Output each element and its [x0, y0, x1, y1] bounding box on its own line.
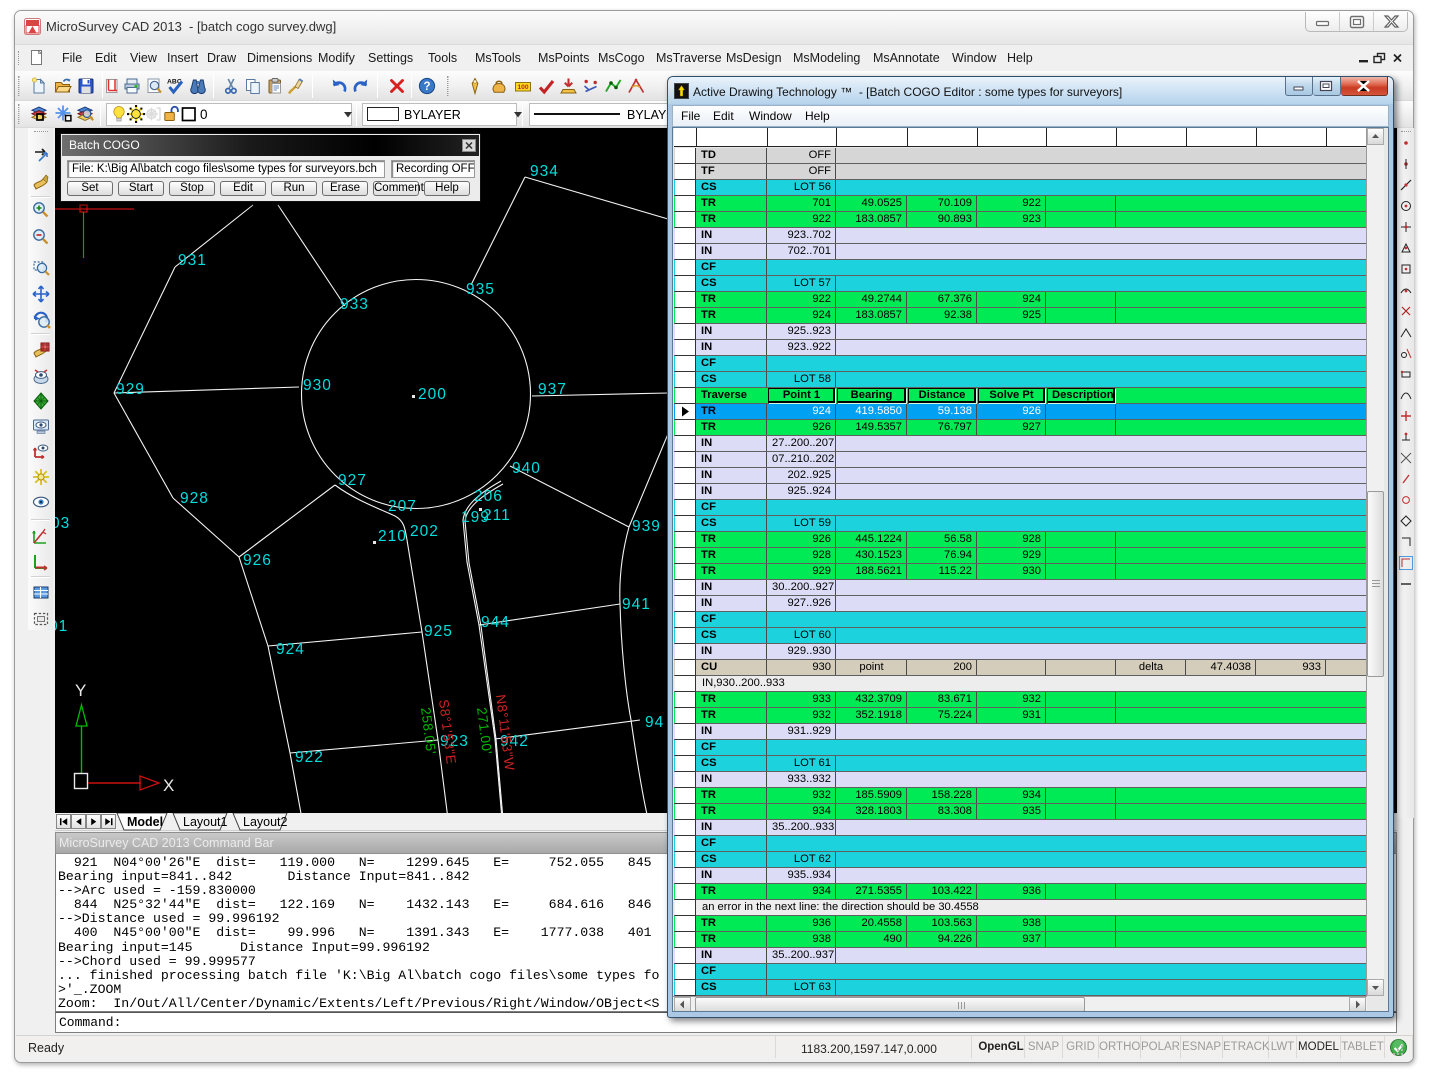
svg-text:937: 937 [538, 381, 567, 398]
svg-text:206: 206 [474, 488, 503, 505]
svg-text:935: 935 [466, 281, 495, 298]
svg-text:Y: Y [75, 681, 86, 700]
svg-text:927: 927 [338, 472, 367, 489]
svg-text:94: 94 [645, 714, 664, 731]
svg-text:940: 940 [512, 460, 541, 477]
svg-text:258.05': 258.05' [418, 707, 439, 756]
svg-text:Layout2: Layout2 [243, 815, 288, 829]
svg-text:210: 210 [378, 528, 407, 545]
svg-text:941: 941 [622, 596, 651, 613]
svg-text:934: 934 [530, 163, 559, 180]
svg-text:211: 211 [483, 507, 511, 524]
svg-text:939: 939 [632, 518, 661, 535]
svg-text:202: 202 [410, 523, 439, 540]
svg-text:207: 207 [388, 498, 417, 515]
svg-text:X: X [163, 776, 174, 795]
svg-text:926: 926 [243, 552, 272, 569]
svg-text:?: ? [423, 81, 430, 93]
svg-text:Model: Model [127, 815, 163, 829]
svg-text:928: 928 [180, 490, 209, 507]
svg-text:944: 944 [481, 614, 510, 631]
svg-text:922: 922 [295, 749, 324, 766]
svg-text:100: 100 [517, 84, 528, 91]
svg-text:01: 01 [55, 618, 68, 635]
svg-text:930: 930 [303, 377, 332, 394]
svg-text:931: 931 [178, 252, 207, 269]
svg-text:03: 03 [55, 515, 70, 532]
svg-text:933: 933 [340, 296, 369, 313]
svg-text:925: 925 [424, 623, 453, 640]
svg-text:200: 200 [418, 386, 447, 403]
svg-text:Layout1: Layout1 [183, 815, 228, 829]
svg-text:924: 924 [276, 641, 305, 658]
svg-text:929: 929 [116, 381, 145, 398]
